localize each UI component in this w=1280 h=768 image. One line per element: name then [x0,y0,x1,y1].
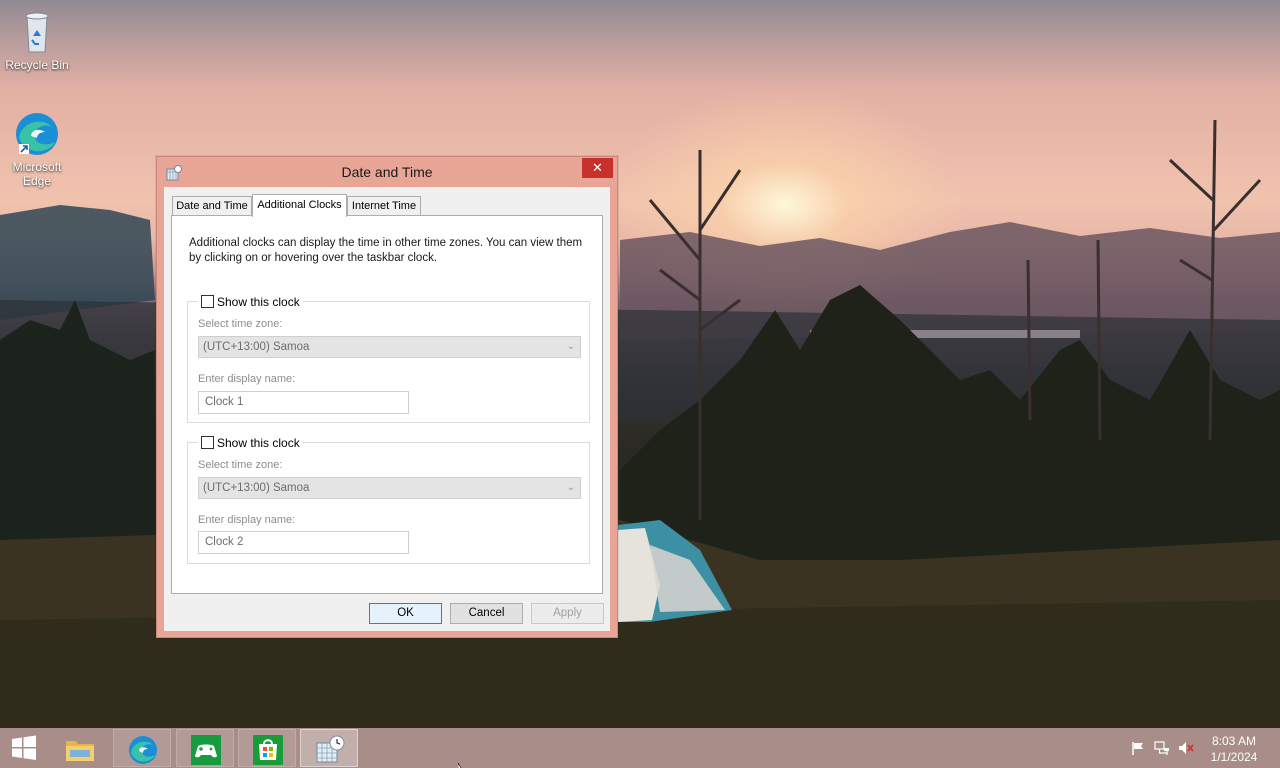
close-button[interactable]: ✕ [582,158,613,178]
windows-logo-icon [12,735,36,760]
clock-2-group: Show this clock Select time zone: (UTC+1… [187,435,590,564]
desktop-icon-label: Recycle Bin [5,58,69,72]
edge-icon [13,110,61,158]
show-clock-2-label: Show this clock [217,435,300,450]
taskbar-microsoft-edge[interactable] [113,729,171,767]
store-icon [253,735,283,765]
taskbar-file-explorer[interactable] [51,729,109,767]
date-and-time-dialog: Date and Time ✕ Date and Time Additional… [156,156,618,638]
timezone-2-value: (UTC+13:00) Samoa [203,482,310,494]
show-clock-1-checkbox[interactable] [201,295,214,308]
show-clock-2-checkbox[interactable] [201,436,214,449]
apply-button: Apply [531,603,604,624]
display-name-1-input: Clock 1 [198,391,409,414]
clock-time: 8:03 AM [1211,734,1257,748]
chevron-down-icon: ⌄ [566,482,575,493]
show-clock-1-label: Show this clock [217,294,300,309]
edge-icon [129,736,157,764]
dialog-title: Date and Time [341,164,433,180]
timezone-1-select: (UTC+13:00) Samoa ⌄ [198,336,581,358]
taskbar-date-and-time[interactable] [300,729,358,767]
cancel-button[interactable]: Cancel [450,603,523,624]
tab-additional-clocks[interactable]: Additional Clocks [252,194,347,217]
timezone-1-value: (UTC+13:00) Samoa [203,341,310,353]
start-button[interactable] [0,729,48,767]
display-name-1-label: Enter display name: [198,373,296,385]
flag-icon[interactable] [1130,740,1146,756]
ok-button[interactable]: OK [369,603,442,624]
desktop-icon-recycle-bin[interactable]: Recycle Bin [0,8,74,72]
display-name-2-label: Enter display name: [198,514,296,526]
recycle-bin-icon [13,8,61,56]
taskbar-clock[interactable]: 8:03 AM 1/1/2024 [1198,733,1270,765]
network-icon[interactable] [1154,740,1170,756]
dialog-titlebar[interactable]: Date and Time ✕ [157,157,617,187]
timezone-2-label: Select time zone: [198,459,283,471]
timezone-1-label: Select time zone: [198,318,283,330]
show-clock-2-row[interactable]: Show this clock [198,435,303,450]
tab-internet-time[interactable]: Internet Time [347,196,421,216]
mouse-cursor-icon [457,760,468,768]
dialog-client-area: Date and Time Additional Clocks Internet… [164,187,610,631]
desktop-icon-label: Microsoft Edge [12,160,62,188]
taskbar-microsoft-store[interactable] [238,729,296,767]
calendar-clock-icon [316,735,345,763]
clock-date: 1/1/2024 [1210,750,1258,764]
chevron-down-icon: ⌄ [566,341,575,352]
intro-text: Additional clocks can display the time i… [189,237,583,264]
taskbar-xbox[interactable] [176,729,234,767]
show-clock-1-row[interactable]: Show this clock [198,294,303,309]
timezone-2-select: (UTC+13:00) Samoa ⌄ [198,477,581,499]
gamepad-icon [191,735,221,765]
tab-date-and-time[interactable]: Date and Time [172,196,252,216]
desktop-icon-microsoft-edge[interactable]: Microsoft Edge [0,110,74,188]
taskbar: 8:03 AM 1/1/2024 [0,728,1280,768]
clock-1-group: Show this clock Select time zone: (UTC+1… [187,294,590,423]
display-name-2-input: Clock 2 [198,531,409,554]
folder-icon [66,741,94,761]
additional-clocks-panel: Additional clocks can display the time i… [171,215,603,594]
volume-muted-icon[interactable] [1178,740,1194,756]
